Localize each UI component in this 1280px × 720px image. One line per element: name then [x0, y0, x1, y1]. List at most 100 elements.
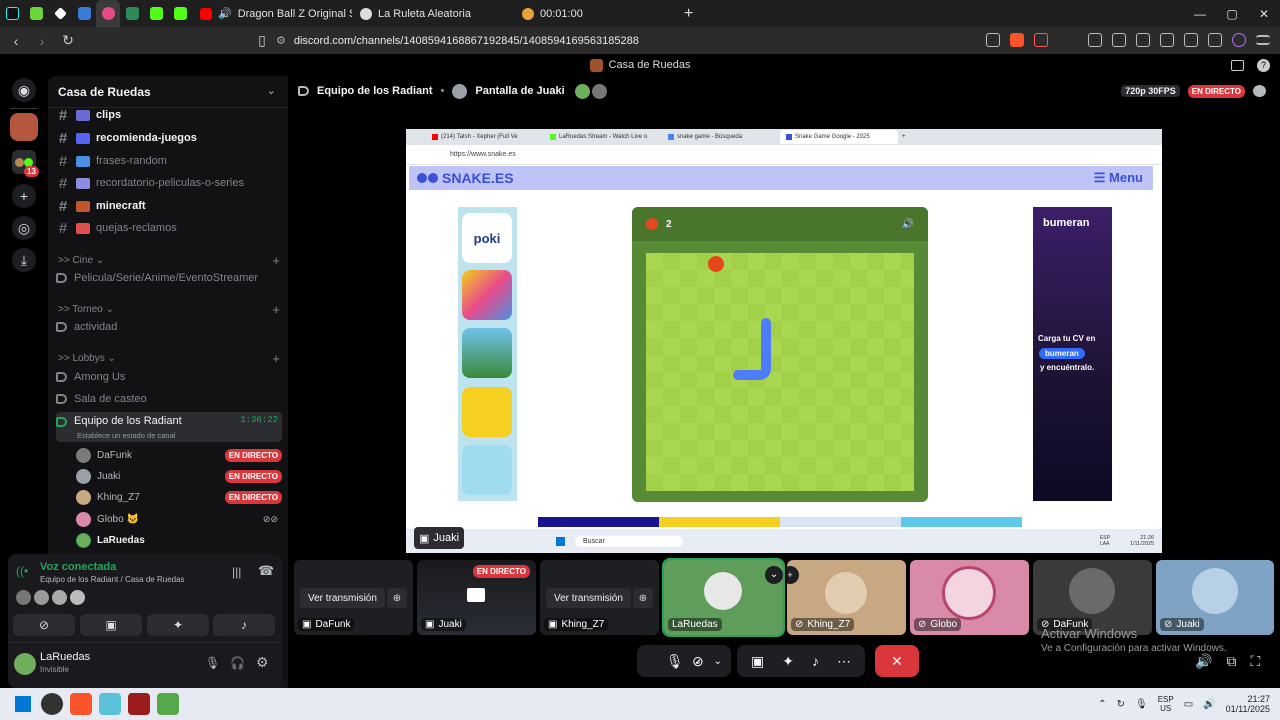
pinned-tab-kick[interactable] [144, 0, 168, 27]
voice-member[interactable]: Globo 🐱 ⊘⊘ [76, 509, 282, 529]
participant-tile[interactable]: ⊘ Juaki [1156, 560, 1274, 635]
tab-youtube[interactable]: 🔊 Dragon Ball Z Original Soundtrac [192, 0, 352, 27]
brave-icon[interactable] [70, 693, 92, 715]
camera-control[interactable]: ⊘ ⌄ [682, 645, 732, 677]
app-icon[interactable] [157, 693, 179, 715]
voice-channel-among-us[interactable]: Among Us [56, 366, 282, 388]
discover-icon[interactable]: ◎ [12, 216, 36, 240]
add-channel-icon[interactable]: + [272, 253, 280, 268]
pinned-tab-kick[interactable] [168, 0, 192, 27]
new-tab-button[interactable]: + [674, 5, 703, 23]
voice-location[interactable]: Equipo de los Radiant / Casa de Ruedas [40, 575, 185, 584]
participant-tile[interactable]: ⊘ Globo [910, 560, 1029, 635]
forward-icon[interactable]: › [32, 33, 52, 49]
maximize-button[interactable]: ▢ [1216, 7, 1248, 21]
close-button[interactable]: ✕ [1248, 7, 1280, 21]
popout-icon[interactable]: ⊕ [387, 588, 407, 608]
voice-member[interactable]: LaRuedas [76, 530, 282, 550]
voice-channel-cine[interactable]: Pelicula/Serie/Anime/EventoStreamer [56, 267, 282, 289]
clock[interactable]: 21:27 01/11/2025 [1226, 694, 1270, 714]
soundboard-button[interactable]: ♪ [213, 614, 275, 636]
fullscreen-icon[interactable]: ⛶ [1250, 653, 1260, 670]
watch-stream-button[interactable]: Ver transmisión [300, 588, 385, 608]
headphones-icon[interactable]: 🎧 [230, 656, 245, 670]
add-channel-icon[interactable]: + [272, 302, 280, 317]
network-icon[interactable]: ▭ [1184, 699, 1193, 710]
sync-icon[interactable]: ↻ [1117, 699, 1125, 710]
download-icon[interactable]: ⤓ [12, 248, 36, 272]
wallet-icon[interactable] [1160, 33, 1174, 47]
chevron-down-icon[interactable]: ⌄ [714, 656, 722, 667]
share-screen-button[interactable]: ▣ [80, 614, 142, 636]
brave-shield-icon[interactable] [1010, 33, 1024, 47]
share-icon[interactable] [986, 33, 1000, 47]
camera-off-icon[interactable]: ⊘ [692, 653, 704, 670]
pinned-tab-app[interactable] [48, 0, 72, 27]
volume-icon[interactable]: 🔊 [1195, 653, 1212, 670]
brave-rewards-icon[interactable] [1034, 33, 1048, 47]
noise-suppression-icon[interactable]: ||| [232, 565, 241, 579]
share-screen-icon[interactable]: ▣ [751, 653, 764, 670]
chevron-up-icon[interactable]: ⌃ [1098, 699, 1106, 710]
category-torneo[interactable]: >> Torneo ⌄ + [58, 301, 280, 317]
channel-recomienda-juegos[interactable]: # recomienda-juegos [56, 127, 282, 149]
add-server-icon[interactable]: + [12, 184, 36, 208]
popout-icon[interactable]: ⊕ [633, 588, 653, 608]
inbox-icon[interactable] [1231, 59, 1244, 71]
signal-icon[interactable]: ((• [16, 564, 28, 578]
participant-tile[interactable]: + ⊘ Khing_Z7 [787, 560, 906, 635]
obs-icon[interactable] [41, 693, 63, 715]
stream-video[interactable]: (214) Tatsh - Xepher (Full Ve LaRuedas S… [406, 129, 1162, 553]
cast-icon[interactable] [1088, 33, 1102, 47]
tab-timer[interactable]: 00:01:00 [514, 0, 674, 27]
tab-ruleta[interactable]: La Ruleta Aleatoria [352, 0, 514, 27]
vpn-icon[interactable] [1208, 33, 1222, 47]
sidebar-icon[interactable] [1136, 33, 1150, 47]
camera-off-button[interactable]: ⊘ [13, 614, 75, 636]
site-info-icon[interactable]: ⚙ [276, 34, 286, 47]
extensions-icon[interactable] [1184, 33, 1198, 47]
chevron-down-icon[interactable]: ⌄ [765, 566, 783, 584]
url-field[interactable]: ⚙ discord.com/channels/14085941688671928… [276, 27, 639, 54]
activities-icon[interactable]: ✦ [782, 653, 794, 670]
pinned-tab-app[interactable] [120, 0, 144, 27]
channel-status[interactable]: Establece un estado de canal [77, 431, 175, 440]
voice-member[interactable]: Khing_Z7 EN DIRECTO [76, 487, 282, 507]
windows-start-icon[interactable] [12, 693, 34, 715]
help-icon[interactable]: ? [1257, 58, 1270, 72]
app-icon[interactable] [128, 693, 150, 715]
bookmark-icon[interactable]: ▯ [252, 32, 272, 49]
microphone-icon[interactable]: 🎙 [205, 656, 220, 670]
volume-icon[interactable]: 🔊 [1203, 699, 1215, 710]
channel-quejas-reclamos[interactable]: # quejas-reclamos [56, 217, 282, 239]
more-icon[interactable]: ⋯ [837, 653, 851, 670]
channel-minecraft[interactable]: # minecraft [56, 195, 282, 217]
voice-member[interactable]: DaFunk EN DIRECTO [76, 445, 282, 465]
pinned-tab-app[interactable] [24, 0, 48, 27]
participant-tile[interactable]: ⊘ DaFunk [1033, 560, 1152, 635]
add-people-icon[interactable]: + [787, 566, 799, 584]
channel-recordatorio[interactable]: # recordatorio-peliculas-o-series [56, 172, 282, 194]
voice-member[interactable]: Juaki EN DIRECTO [76, 466, 282, 486]
avatar[interactable] [14, 653, 36, 675]
participant-tile[interactable]: Ver transmisión ⊕ ▣ DaFunk [294, 560, 413, 635]
microphone-icon[interactable]: 🎙 [1135, 699, 1148, 710]
participant-tile[interactable]: EN DIRECTO ▣ Juaki [417, 560, 536, 635]
soundboard-icon[interactable]: ♪ [812, 653, 819, 669]
channel-clips[interactable]: # clips [56, 104, 282, 126]
add-channel-icon[interactable]: + [272, 351, 280, 366]
chat-icon[interactable] [1253, 85, 1266, 97]
language-indicator[interactable]: ESP US [1158, 695, 1174, 713]
server-casa-de-ruedas[interactable] [10, 113, 38, 141]
server-name[interactable]: Casa de Ruedas [58, 85, 151, 99]
category-cine[interactable]: >> Cine ⌄ + [58, 252, 280, 268]
media-icon[interactable] [1112, 33, 1126, 47]
profile-icon[interactable] [1232, 33, 1246, 47]
menu-icon[interactable] [1256, 35, 1270, 45]
activities-button[interactable]: ✦ [147, 614, 209, 636]
popout-icon[interactable]: ⧉ [1226, 653, 1236, 670]
settings-icon[interactable]: ⚙ [256, 654, 269, 671]
app-icon[interactable] [99, 693, 121, 715]
category-lobbys[interactable]: >> Lobbys ⌄ + [58, 350, 280, 366]
minimize-button[interactable]: — [1184, 7, 1216, 21]
